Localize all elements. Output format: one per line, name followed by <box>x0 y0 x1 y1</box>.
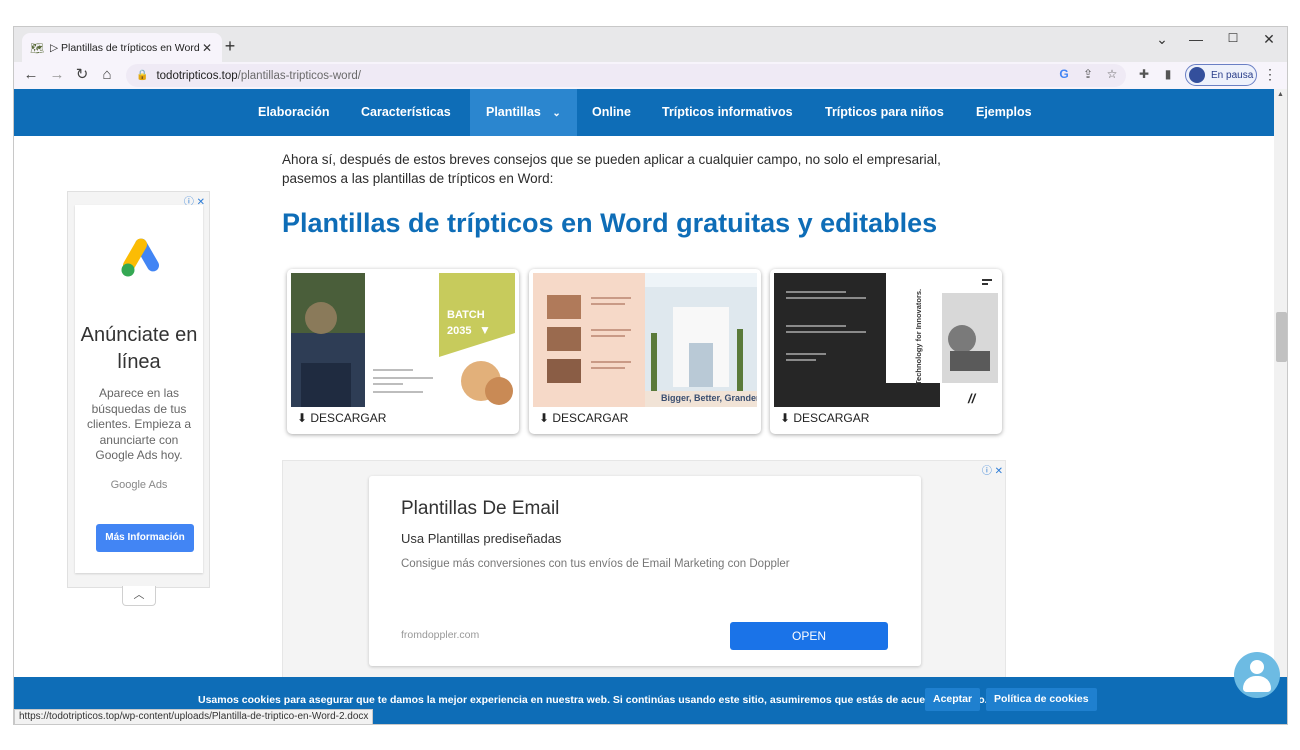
nav-item-elaboracion[interactable]: Elaboración <box>258 89 330 136</box>
accept-cookies-button[interactable]: Aceptar <box>925 688 981 711</box>
cookie-policy-button[interactable]: Política de cookies <box>986 688 1097 711</box>
map-favicon-icon: 🗺 <box>30 42 44 55</box>
template-card[interactable]: Bigger, Better, Grander ⬇ DESCARGAR <box>529 269 761 434</box>
main-ad: ⓘ ✕ Plantillas De Email Usa Plantillas p… <box>282 460 1006 690</box>
mas-informacion-button[interactable]: Más Información <box>96 524 194 552</box>
template-card[interactable]: Technology for Innovators. // ⬇ DESCARGA… <box>770 269 1002 434</box>
side-ad-brand: Google Ads <box>110 479 168 491</box>
minimize-icon[interactable]: — <box>1186 31 1206 47</box>
scroll-up-arrow-icon[interactable]: ▲ <box>1277 91 1284 98</box>
template-card[interactable]: BATCH 2035 ▼ ⬇ DESCARGAR <box>287 269 519 434</box>
article-intro: Ahora sí, después de estos breves consej… <box>282 152 941 186</box>
tab-close-icon[interactable]: ✕ <box>200 41 214 55</box>
side-ad-card[interactable]: Anúnciate en línea Aparece en las búsque… <box>75 205 203 573</box>
template-thumbnail[interactable]: Technology for Innovators. // <box>774 273 998 407</box>
article-heading: Plantillas de trípticos en Word gratuita… <box>282 208 938 238</box>
nav-item-plantillas[interactable]: Plantillas ⌄ <box>470 89 577 136</box>
reload-icon[interactable]: ↻ <box>71 65 93 85</box>
cookie-message: Usamos cookies para asegurar que te damo… <box>198 694 988 706</box>
url-path: /plantillas-tripticos-word/ <box>237 69 361 82</box>
main-ad-subtitle: Usa Plantillas prediseñadas <box>401 531 562 546</box>
address-bar[interactable]: 🔒 todotripticos.top/plantillas-tripticos… <box>126 64 1126 87</box>
download-link[interactable]: ⬇ DESCARGAR <box>780 411 869 425</box>
site-nav: Elaboración Características Plantillas ⌄… <box>14 89 1274 136</box>
help-assistant-icon[interactable] <box>1234 652 1280 698</box>
side-panel-icon[interactable]: ▮ <box>1160 67 1176 81</box>
google-ads-logo-icon <box>121 238 159 277</box>
helper-head <box>1250 660 1264 674</box>
side-ad-headline: Anúnciate en línea <box>80 324 198 373</box>
tab-search-chevron-icon[interactable]: ⌄ <box>1152 31 1172 48</box>
page-scrollbar[interactable]: ▲ ▼ <box>1274 89 1287 724</box>
scrollbar-thumb[interactable] <box>1276 312 1287 362</box>
main-ad-card[interactable]: Plantillas De Email Usa Plantillas predi… <box>369 476 921 666</box>
badge-line-1: BATCH <box>447 309 485 321</box>
template-thumbnail[interactable]: BATCH 2035 ▼ <box>291 273 515 407</box>
nav-item-online[interactable]: Online <box>592 89 631 136</box>
home-icon[interactable]: ⌂ <box>96 65 118 85</box>
main-ad-title: Plantillas De Email <box>401 498 560 519</box>
chevron-up-icon: ︿ <box>133 589 145 601</box>
lock-icon: 🔒 <box>136 70 149 81</box>
download-link[interactable]: ⬇ DESCARGAR <box>297 411 386 425</box>
browser-tab[interactable]: 🗺 ▷ Plantillas de trípticos en Word ✕ <box>22 33 222 62</box>
profile-label: En pausa <box>1211 69 1254 81</box>
collapse-ad-button[interactable]: ︿ <box>122 586 156 606</box>
tab-strip: 🗺 ▷ Plantillas de trípticos en Word ✕ + … <box>14 27 1287 62</box>
open-button[interactable]: OPEN <box>730 622 888 650</box>
download-link[interactable]: ⬇ DESCARGAR <box>539 411 628 425</box>
nav-item-caracteristicas[interactable]: Características <box>361 89 451 136</box>
back-arrow-icon[interactable]: ← <box>20 65 42 85</box>
quote-mark-icon: // <box>968 391 976 406</box>
new-tab-plus-icon[interactable]: + <box>219 36 241 57</box>
browser-window: 🗺 ▷ Plantillas de trípticos en Word ✕ + … <box>13 26 1288 725</box>
profile-button[interactable]: En pausa <box>1185 64 1257 86</box>
triangle-down-icon: ▼ <box>479 323 491 337</box>
ad-choices-icon[interactable]: ⓘ ✕ <box>982 462 1003 477</box>
tab-title: ▷ Plantillas de trípticos en Word <box>50 41 200 54</box>
main-ad-description: Consigue más conversiones con tus envíos… <box>401 558 790 570</box>
nav-item-label: Plantillas <box>486 105 541 119</box>
extensions-puzzle-icon[interactable]: ✚ <box>1136 67 1152 81</box>
maximize-icon[interactable]: ☐ <box>1223 31 1243 45</box>
card-tagline: Bigger, Better, Grander <box>661 393 757 403</box>
url-host: todotripticos.top <box>156 69 238 82</box>
main-ad-domain: fromdoppler.com <box>401 629 480 641</box>
nav-item-tripticos-informativos[interactable]: Trípticos informativos <box>662 89 793 136</box>
status-bar-url: https://todotripticos.top/wp-content/upl… <box>14 709 374 724</box>
browser-toolbar: ← → ↻ ⌂ 🔒 todotripticos.top/plantillas-t… <box>14 62 1287 89</box>
template-thumbnail[interactable]: Bigger, Better, Grander <box>533 273 757 407</box>
avatar <box>1189 67 1205 83</box>
share-icon[interactable]: ⇪ <box>1080 67 1096 81</box>
chevron-down-icon: ⌄ <box>552 108 561 119</box>
side-ad-body: Aparece en las búsquedas de tus clientes… <box>86 386 192 462</box>
nav-item-tripticos-ninos[interactable]: Trípticos para niños <box>825 89 944 136</box>
helper-body <box>1243 676 1271 692</box>
bookmark-star-icon[interactable]: ☆ <box>1104 67 1120 81</box>
menu-dots-icon[interactable]: ⋮ <box>1262 66 1278 83</box>
badge-line-2: 2035 <box>447 325 472 337</box>
google-translate-icon[interactable]: G <box>1056 67 1072 81</box>
card-side-text: Technology for Innovators. <box>914 288 923 385</box>
forward-arrow-icon[interactable]: → <box>46 65 68 85</box>
window-close-icon[interactable]: ✕ <box>1259 31 1279 48</box>
side-ad: ⓘ ✕ Anúnciate en línea Aparece en las bú… <box>67 191 210 588</box>
nav-item-ejemplos[interactable]: Ejemplos <box>976 89 1032 136</box>
